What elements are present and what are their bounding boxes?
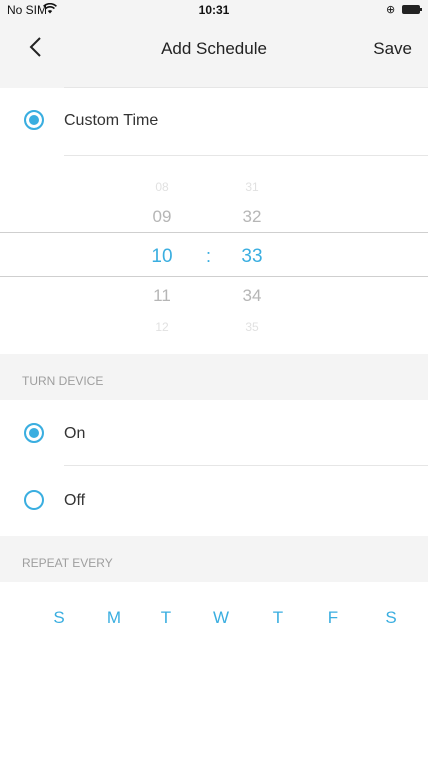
hour-option[interactable]: 11	[132, 286, 192, 306]
weekday-saturday[interactable]: S	[371, 608, 411, 628]
weekday-wednesday[interactable]: W	[201, 608, 241, 628]
weekday-tuesday[interactable]: T	[146, 608, 186, 628]
time-separator: :	[206, 246, 212, 266]
save-button[interactable]: Save	[373, 39, 412, 59]
weekday-sunday[interactable]: S	[39, 608, 79, 628]
divider	[64, 465, 428, 466]
battery-icon	[402, 5, 422, 14]
orientation-lock-icon: ⊕	[386, 4, 396, 16]
weekday-monday[interactable]: M	[94, 608, 134, 628]
picker-selection-bottom-line	[0, 276, 428, 277]
minute-option[interactable]: 34	[222, 286, 282, 306]
turn-off-label: Off	[64, 492, 86, 509]
time-picker[interactable]: 08 09 10 11 12 : 31 32 33 34 35	[0, 168, 428, 354]
page-title: Add Schedule	[161, 39, 267, 58]
custom-time-radio[interactable]	[24, 110, 44, 130]
minute-option[interactable]: 32	[222, 207, 282, 227]
turn-off-radio[interactable]	[24, 490, 44, 510]
turn-device-header-label: TURN DEVICE	[22, 374, 104, 388]
minute-option[interactable]: 31	[222, 180, 282, 194]
hour-selected[interactable]: 10	[132, 246, 192, 268]
status-time: 10:31	[198, 3, 230, 17]
weekday-friday[interactable]: F	[313, 608, 353, 628]
turn-off-option[interactable]: Off	[0, 468, 428, 528]
repeat-every-header-label: REPEAT EVERY	[22, 556, 113, 570]
turn-on-radio[interactable]	[24, 423, 44, 443]
hour-option[interactable]: 09	[132, 207, 192, 227]
custom-time-option[interactable]: Custom Time	[0, 90, 428, 150]
picker-selection-top-line	[0, 232, 428, 233]
nav-bar: Add Schedule Save	[0, 20, 428, 76]
hour-option[interactable]: 08	[132, 180, 192, 194]
turn-on-option[interactable]: On	[0, 402, 428, 462]
minute-selected[interactable]: 33	[222, 246, 282, 268]
repeat-every-header: REPEAT EVERY	[0, 536, 428, 582]
divider	[64, 87, 428, 88]
hour-option[interactable]: 12	[132, 320, 192, 334]
weekday-thursday[interactable]: T	[258, 608, 298, 628]
divider	[64, 155, 428, 156]
turn-device-header: TURN DEVICE	[0, 354, 428, 400]
status-bar: No SIM 10:31 ⊕	[0, 0, 428, 20]
custom-time-label: Custom Time	[64, 112, 159, 129]
turn-on-label: On	[64, 425, 86, 442]
minute-option[interactable]: 35	[222, 320, 282, 334]
